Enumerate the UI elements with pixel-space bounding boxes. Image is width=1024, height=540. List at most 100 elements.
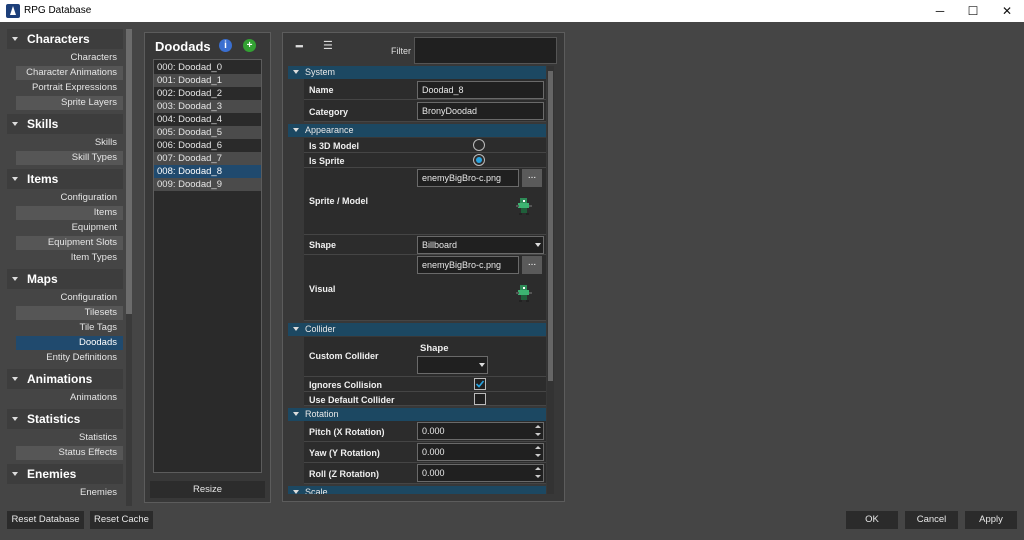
name-field[interactable]: Doodad_8: [417, 81, 544, 99]
sidebar-item-tile-tags[interactable]: Tile Tags: [16, 321, 123, 335]
collider-shape-select[interactable]: [417, 356, 488, 374]
name-row: Name Doodad_8: [304, 79, 546, 100]
close-button[interactable]: ✕: [990, 0, 1024, 22]
doodad-list-item[interactable]: 008: Doodad_8: [154, 165, 261, 178]
sidebar-item-character-animations[interactable]: Character Animations: [16, 66, 123, 80]
cancel-button[interactable]: Cancel: [905, 511, 958, 529]
properties-scrollbar[interactable]: [547, 66, 554, 494]
doodad-list-item[interactable]: 002: Doodad_2: [154, 87, 261, 100]
sidebar-item-skill-types[interactable]: Skill Types: [16, 151, 123, 165]
sidebar-item-status-effects[interactable]: Status Effects: [16, 446, 123, 460]
sprite-model-field[interactable]: enemyBigBro-c.png: [417, 169, 519, 187]
sidebar-item-item-types[interactable]: Item Types: [16, 251, 123, 265]
sidebar-item-equipment[interactable]: Equipment: [16, 221, 123, 235]
sidebar-item-configuration[interactable]: Configuration: [16, 291, 123, 305]
roll-label: Roll (Z Rotation): [309, 469, 379, 479]
reset-cache-button[interactable]: Reset Cache: [90, 511, 153, 529]
ok-button[interactable]: OK: [846, 511, 898, 529]
maximize-button[interactable]: ☐: [956, 0, 990, 22]
chevron-down-icon: [12, 177, 18, 181]
collider-shape-label: Shape: [420, 343, 449, 354]
use-default-collider-label: Use Default Collider: [309, 395, 395, 405]
sidebar-category-characters[interactable]: Characters: [7, 29, 123, 49]
shape-label: Shape: [309, 240, 337, 250]
doodad-list-item[interactable]: 006: Doodad_6: [154, 139, 261, 152]
pitch-spinner[interactable]: [533, 422, 543, 440]
doodad-list-item[interactable]: 009: Doodad_9: [154, 178, 261, 191]
yaw-label: Yaw (Y Rotation): [309, 448, 380, 458]
visual-field[interactable]: enemyBigBro-c.png: [417, 256, 519, 274]
collapse-all-icon[interactable]: ━: [296, 40, 303, 53]
doodad-list-item[interactable]: 007: Doodad_7: [154, 152, 261, 165]
apply-button[interactable]: Apply: [965, 511, 1017, 529]
doodad-list-item[interactable]: 005: Doodad_5: [154, 126, 261, 139]
sidebar-item-animations[interactable]: Animations: [16, 391, 123, 405]
is-sprite-radio[interactable]: [473, 154, 485, 166]
info-icon[interactable]: i: [219, 39, 232, 52]
roll-input[interactable]: 0.000: [417, 464, 544, 482]
doodad-list-item[interactable]: 001: Doodad_1: [154, 74, 261, 87]
doodads-title: Doodads: [155, 39, 211, 54]
resize-button[interactable]: Resize: [150, 481, 265, 498]
sidebar-category-maps[interactable]: Maps: [7, 269, 123, 289]
sidebar-item-configuration[interactable]: Configuration: [16, 191, 123, 205]
sidebar-scrollbar[interactable]: [126, 29, 132, 506]
roll-spinner[interactable]: [533, 464, 543, 482]
sidebar-item-skills[interactable]: Skills: [16, 136, 123, 150]
sidebar-item-sprite-layers[interactable]: Sprite Layers: [16, 96, 123, 110]
doodad-list-item[interactable]: 003: Doodad_3: [154, 100, 261, 113]
shape-row: Shape Billboard: [304, 235, 546, 255]
sidebar-category-statistics[interactable]: Statistics: [7, 409, 123, 429]
sidebar-category-skills[interactable]: Skills: [7, 114, 123, 134]
chevron-down-icon: [293, 327, 299, 331]
use-default-collider-checkbox[interactable]: [474, 393, 486, 405]
chevron-down-icon: [12, 277, 18, 281]
checkmark-icon: [475, 380, 485, 388]
reset-database-button[interactable]: Reset Database: [7, 511, 84, 529]
section-rotation[interactable]: Rotation: [288, 408, 546, 421]
sprite-browse-button[interactable]: ...: [522, 169, 542, 187]
properties-scrollbar-thumb[interactable]: [548, 71, 553, 381]
section-collider[interactable]: Collider: [288, 323, 546, 336]
sidebar-category-enemies[interactable]: Enemies: [7, 464, 123, 484]
sidebar-item-entity-definitions[interactable]: Entity Definitions: [16, 351, 123, 365]
ignores-collision-checkbox[interactable]: [474, 378, 486, 390]
sprite-model-label: Sprite / Model: [309, 196, 369, 206]
chevron-down-icon: [479, 363, 485, 367]
pitch-input[interactable]: 0.000: [417, 422, 544, 440]
section-appearance[interactable]: Appearance: [288, 124, 546, 137]
sprite-preview-image: [516, 198, 532, 215]
sidebar-item-characters[interactable]: Characters: [16, 51, 123, 65]
minimize-button[interactable]: ─: [923, 0, 957, 22]
category-field[interactable]: BronyDoodad: [417, 102, 544, 120]
doodad-list: 000: Doodad_0 001: Doodad_1 002: Doodad_2 0…: [153, 59, 262, 473]
sidebar-category-items[interactable]: Items: [7, 169, 123, 189]
sidebar-item-equipment-slots[interactable]: Equipment Slots: [16, 236, 123, 250]
is-3d-model-label: Is 3D Model: [309, 141, 360, 151]
sprite-model-row: Sprite / Model enemyBigBro-c.png ...: [304, 168, 546, 235]
title-bar: RPG Database ─ ☐ ✕: [0, 0, 1024, 22]
section-system[interactable]: System: [288, 66, 546, 79]
sidebar-scrollbar-thumb[interactable]: [126, 29, 132, 314]
sidebar-item-portrait-expressions[interactable]: Portrait Expressions: [16, 81, 123, 95]
shape-select[interactable]: Billboard: [417, 236, 544, 254]
yaw-spinner[interactable]: [533, 443, 543, 461]
sidebar-category-animations[interactable]: Animations: [7, 369, 123, 389]
sidebar-item-tilesets[interactable]: Tilesets: [16, 306, 123, 320]
sidebar-item-enemies[interactable]: Enemies: [16, 486, 123, 500]
chevron-down-icon: [293, 412, 299, 416]
sidebar-item-items[interactable]: Items: [16, 206, 123, 220]
section-scale[interactable]: Scale: [288, 486, 546, 494]
is-3d-model-radio[interactable]: [473, 139, 485, 151]
expand-all-icon[interactable]: ☰: [323, 39, 333, 52]
category-row: Category BronyDoodad: [304, 100, 546, 122]
add-doodad-icon[interactable]: +: [243, 39, 256, 52]
doodad-list-item[interactable]: 000: Doodad_0: [154, 61, 261, 74]
sidebar-item-doodads[interactable]: Doodads: [16, 336, 123, 350]
roll-row: Roll (Z Rotation) 0.000: [304, 463, 546, 484]
sidebar-item-statistics[interactable]: Statistics: [16, 431, 123, 445]
filter-input[interactable]: [414, 37, 557, 64]
visual-browse-button[interactable]: ...: [522, 256, 542, 274]
doodad-list-item[interactable]: 004: Doodad_4: [154, 113, 261, 126]
yaw-input[interactable]: 0.000: [417, 443, 544, 461]
